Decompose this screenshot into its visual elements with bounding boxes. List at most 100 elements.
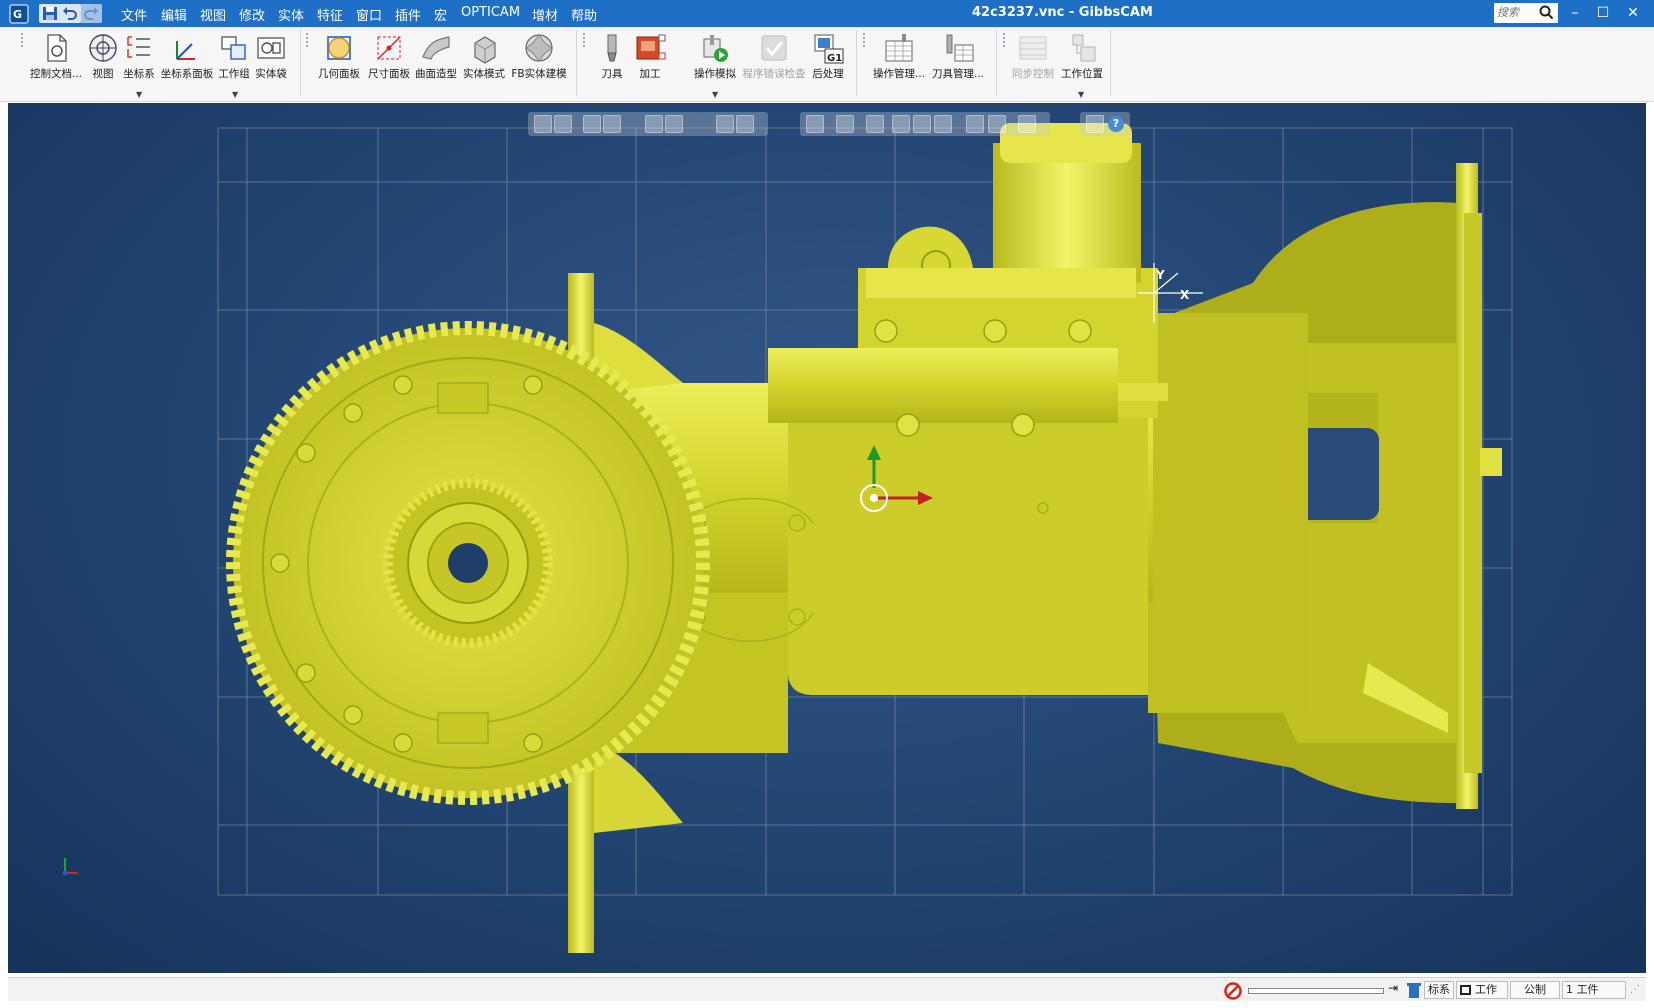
stop-icon[interactable] <box>1224 982 1242 1000</box>
view-snap-icon[interactable] <box>736 115 754 133</box>
render-section-icon[interactable] <box>966 115 984 133</box>
ribbon-separator <box>1110 30 1111 96</box>
window-title: 42c3237.vnc - GibbsCAM <box>972 5 1153 20</box>
resize-grip-icon[interactable]: ⋰ <box>1630 984 1640 995</box>
part-model[interactable] <box>226 123 1502 953</box>
save-icon[interactable] <box>39 4 61 23</box>
workgroup-button[interactable]: 工作组 <box>216 31 252 81</box>
gibbscam-logo-icon[interactable]: G <box>9 4 29 24</box>
search-box[interactable] <box>1494 3 1558 23</box>
work-position-button[interactable]: 工作位置 <box>1058 31 1106 81</box>
ribbon-grip[interactable] <box>863 33 867 47</box>
status-workgroup[interactable]: 工作 <box>1456 981 1508 999</box>
fullscreen-icon[interactable] <box>1086 115 1104 133</box>
close-button[interactable]: ✕ <box>1620 0 1646 27</box>
tool-icon <box>607 34 617 62</box>
coordinate-system-button[interactable]: 坐标系 <box>120 31 158 81</box>
render-wire-icon[interactable] <box>836 115 854 133</box>
trash-icon[interactable] <box>1406 981 1422 999</box>
menu-macro[interactable]: 宏 <box>434 5 447 24</box>
operation-manager-button[interactable]: 操作管理... <box>870 31 928 81</box>
view-shade-icon[interactable] <box>665 115 683 133</box>
render-mode-icon[interactable] <box>806 115 824 133</box>
render-clip-icon[interactable] <box>1018 115 1036 133</box>
ribbon-grip[interactable] <box>583 33 587 47</box>
program-error-check-button[interactable]: 程序错误检查 <box>740 31 808 81</box>
surface-modeling-button[interactable]: 曲面造型 <box>412 31 460 81</box>
tool-manager-button[interactable]: 刀具管理... <box>928 31 988 81</box>
operation-manager-icon <box>885 34 913 62</box>
pin-icon[interactable]: ⇥ <box>1388 981 1398 995</box>
menu-help[interactable]: 帮助 <box>571 5 597 24</box>
view-fit-icon[interactable] <box>534 115 552 133</box>
status-units[interactable]: 公制 <box>1510 981 1560 999</box>
menu-file[interactable]: 文件 <box>121 5 147 24</box>
view-iso-icon[interactable] <box>645 115 663 133</box>
solid-mode-button[interactable]: 实体模式 <box>460 31 508 81</box>
render-shaded-icon[interactable] <box>892 115 910 133</box>
status-part-count[interactable]: 1 工件 <box>1562 981 1626 999</box>
maximize-button[interactable]: ☐ <box>1590 0 1616 27</box>
svg-text:G: G <box>13 8 22 21</box>
dimension-panel-button[interactable]: 尺寸面板 <box>366 31 412 81</box>
menu-modify[interactable]: 修改 <box>239 5 265 24</box>
ribbon-grip[interactable] <box>1003 33 1007 47</box>
operation-simulation-button[interactable]: 操作模拟 <box>690 31 740 81</box>
render-hidden-icon[interactable] <box>866 115 884 133</box>
menu-solid[interactable]: 实体 <box>278 5 304 24</box>
geometry-panel-button[interactable]: 几何面板 <box>312 31 366 81</box>
menu-opticam[interactable]: OPTICAM <box>461 5 520 20</box>
view-zoom-icon[interactable] <box>554 115 572 133</box>
menu-feature[interactable]: 特征 <box>317 5 343 24</box>
status-bar: ⇥ 标系 工作 公制 1 工件 ⋰ <box>8 977 1646 1001</box>
ribbon-grip[interactable] <box>306 33 310 47</box>
menu-view[interactable]: 视图 <box>200 5 226 24</box>
sync-icon <box>1019 36 1047 60</box>
render-color-icon[interactable] <box>913 115 931 133</box>
ribbon-expand-arrow[interactable]: ▼ <box>136 90 142 99</box>
coordinate-system-icon <box>127 36 150 58</box>
simulate-icon <box>703 35 728 62</box>
minimize-button[interactable]: – <box>1562 0 1588 27</box>
cad-viewport[interactable]: Y X ? <box>8 103 1646 973</box>
axis-label-x: X <box>1180 288 1190 302</box>
cad-model-view[interactable]: Y X <box>8 103 1646 973</box>
help-toolbar: ? <box>1080 112 1130 136</box>
ribbon-expand-arrow[interactable]: ▼ <box>1078 90 1084 99</box>
undo-icon[interactable] <box>59 4 81 23</box>
post-process-button[interactable]: G1 后处理 <box>808 31 848 81</box>
help-icon[interactable]: ? <box>1108 116 1124 132</box>
menu-edit[interactable]: 编辑 <box>161 5 187 24</box>
view-grid-icon[interactable] <box>716 115 734 133</box>
view-button[interactable]: 视图 <box>86 31 120 81</box>
view-front-icon[interactable] <box>583 115 601 133</box>
search-icon[interactable] <box>1539 5 1554 20</box>
csys-panel-button[interactable]: 坐标系面板 <box>158 31 216 81</box>
view-side-icon[interactable] <box>603 115 621 133</box>
tool-button[interactable]: 刀具 <box>594 31 630 81</box>
solids-bag-icon <box>257 37 285 59</box>
search-input[interactable] <box>1497 4 1533 21</box>
ribbon-expand-arrow[interactable]: ▼ <box>712 90 718 99</box>
view-toolbar <box>528 112 768 136</box>
render-layers-icon[interactable] <box>934 115 952 133</box>
render-sphere-icon[interactable] <box>988 115 1006 133</box>
fb-solid-modeling-button[interactable]: FB实体建模 <box>508 31 570 81</box>
sync-control-button[interactable]: 同步控制 <box>1008 31 1058 81</box>
menu-additive[interactable]: 增材 <box>532 5 558 24</box>
tool-manager-icon <box>946 34 974 62</box>
control-document-button[interactable]: 控制文档... <box>26 31 86 81</box>
menu-plugin[interactable]: 插件 <box>395 5 421 24</box>
ribbon-separator <box>576 30 577 96</box>
solids-bag-button[interactable]: 实体袋 <box>252 31 290 81</box>
render-toolbar <box>800 112 1050 136</box>
status-coordinate-system[interactable]: 标系 <box>1424 981 1454 999</box>
menu-window[interactable]: 窗口 <box>356 5 382 24</box>
ribbon-separator <box>996 30 997 96</box>
machining-button[interactable]: 加工 <box>630 31 670 81</box>
redo-icon[interactable] <box>80 4 102 23</box>
ribbon-toolbar: 控制文档... 视图 坐标系 坐标系面板 工作组 实体袋 ▼ ▼ 几何面板 尺寸… <box>0 27 1654 102</box>
ribbon-expand-arrow[interactable]: ▼ <box>232 90 238 99</box>
ribbon-grip[interactable] <box>21 33 25 47</box>
geometry-panel-icon <box>327 36 351 60</box>
